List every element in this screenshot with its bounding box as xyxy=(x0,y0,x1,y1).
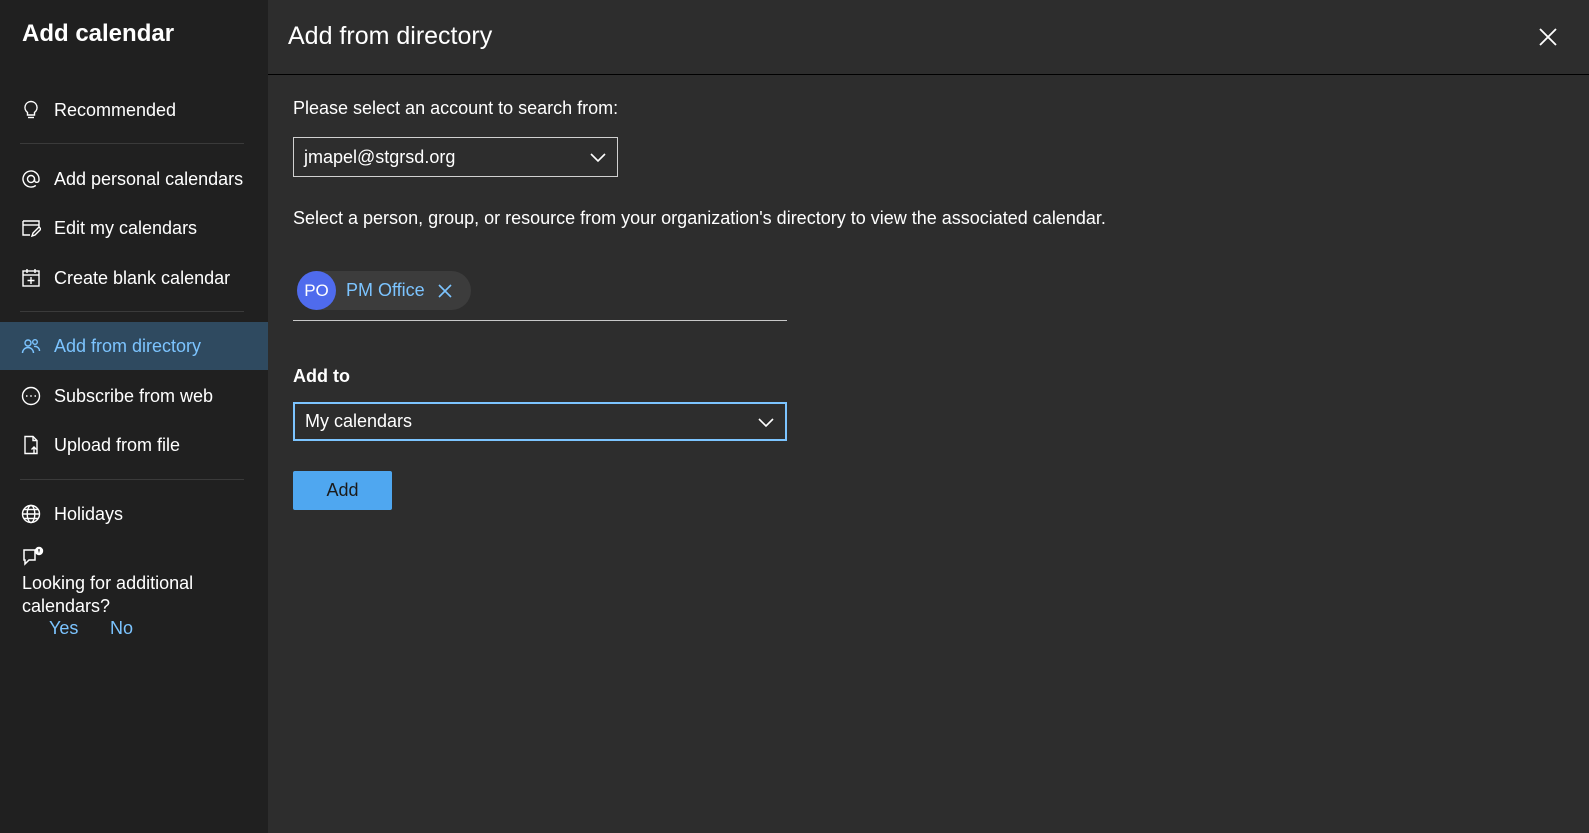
sidebar-item-label: Create blank calendar xyxy=(54,267,231,288)
sidebar-item-create-blank-calendar[interactable]: Create blank calendar xyxy=(0,254,268,302)
sidebar-item-label: Upload from file xyxy=(54,434,181,455)
web-subscribe-icon xyxy=(20,385,42,407)
add-to-select-value: My calendars xyxy=(305,411,413,431)
account-select-value: jmapel@stgrsd.org xyxy=(304,146,456,167)
account-select[interactable]: jmapel@stgrsd.org xyxy=(293,137,618,177)
page-title: Add from directory xyxy=(288,22,493,50)
sidebar-item-label: Recommended xyxy=(54,99,177,120)
people-icon xyxy=(20,335,42,357)
at-sign-icon xyxy=(20,168,42,190)
sidebar-item-label: Add personal calendars xyxy=(54,168,244,189)
close-icon[interactable] xyxy=(1537,26,1559,48)
divider xyxy=(20,143,244,144)
remove-person-icon[interactable] xyxy=(437,283,453,299)
feedback-no-link[interactable]: No xyxy=(110,618,133,639)
selected-person-chip[interactable]: PO PM Office xyxy=(297,271,471,310)
sidebar-title: Add calendar xyxy=(22,20,175,47)
file-upload-icon xyxy=(20,434,42,456)
sidebar-item-add-personal-calendars[interactable]: Add personal calendars xyxy=(0,155,268,203)
divider xyxy=(20,311,244,312)
person-name: PM Office xyxy=(346,280,425,300)
sidebar-item-label: Edit my calendars xyxy=(54,217,198,238)
feedback-icon xyxy=(23,546,44,566)
panel-header: Add from directory xyxy=(268,0,1589,75)
directory-prompt: Select a person, group, or resource from… xyxy=(293,208,1106,228)
sidebar-item-add-from-directory[interactable]: Add from directory xyxy=(0,322,268,370)
feedback-yes-link[interactable]: Yes xyxy=(49,618,78,639)
account-prompt: Please select an account to search from: xyxy=(293,98,619,118)
sidebar-item-label: Subscribe from web xyxy=(54,385,214,406)
globe-icon xyxy=(20,503,42,525)
add-to-label: Add to xyxy=(293,366,350,386)
sidebar-item-label: Add from directory xyxy=(54,335,202,356)
sidebar-item-edit-my-calendars[interactable]: Edit my calendars xyxy=(0,204,268,252)
sidebar-item-subscribe-from-web[interactable]: Subscribe from web xyxy=(0,372,268,420)
chevron-down-icon xyxy=(590,153,606,163)
calendar-add-icon xyxy=(20,267,42,289)
add-to-select[interactable]: My calendars xyxy=(293,402,787,441)
feedback-text: Looking for additional calendars? xyxy=(22,573,194,616)
sidebar-item-upload-from-file[interactable]: Upload from file xyxy=(0,421,268,469)
sidebar-item-label: Holidays xyxy=(54,503,124,524)
add-button[interactable]: Add xyxy=(293,471,392,510)
people-picker-underline xyxy=(293,320,787,321)
avatar: PO xyxy=(297,271,336,310)
chevron-down-icon xyxy=(758,417,774,427)
lightbulb-icon xyxy=(20,99,42,121)
edit-calendar-icon xyxy=(20,217,42,239)
divider xyxy=(20,479,244,480)
sidebar-item-holidays[interactable]: Holidays xyxy=(0,490,268,538)
sidebar: Add calendar Recommended Add personal ca… xyxy=(0,0,268,833)
sidebar-item-recommended[interactable]: Recommended xyxy=(0,86,268,134)
